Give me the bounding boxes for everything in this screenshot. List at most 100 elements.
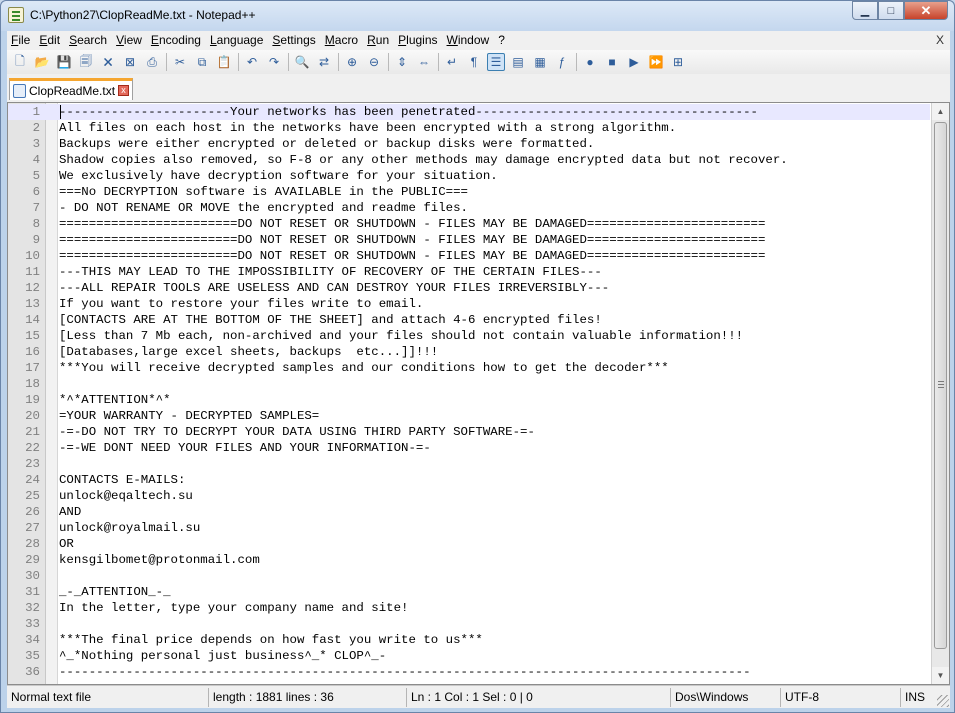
editor-line[interactable]: 3 Backups were either encrypted or delete… <box>8 136 930 152</box>
editor-line[interactable]: 11 ---THIS MAY LEAD TO THE IMPOSSIBILITY … <box>8 264 930 280</box>
editor-line[interactable]: 33 <box>8 616 930 632</box>
line-text[interactable] <box>42 376 59 392</box>
line-text[interactable]: ***You will receive decrypted samples an… <box>42 360 669 376</box>
line-text[interactable]: Shadow copies also removed, so F-8 or an… <box>42 152 788 168</box>
line-text[interactable]: ========================DO NOT RESET OR … <box>42 248 765 264</box>
line-text[interactable]: If you want to restore your files write … <box>42 296 423 312</box>
scrollbar-thumb[interactable] <box>934 122 947 649</box>
editor-line[interactable]: 25 unlock@eqaltech.su <box>8 488 930 504</box>
line-text[interactable]: AND <box>42 504 81 520</box>
tab-clopreadme[interactable]: ClopReadMe.txt x <box>9 78 133 100</box>
editor-lines[interactable]: 1 -----------------------Your networks ha… <box>8 104 930 680</box>
line-text[interactable]: CONTACTS E-MAILS: <box>42 472 185 488</box>
line-text[interactable]: [CONTACTS ARE AT THE BOTTOM OF THE SHEET… <box>42 312 602 328</box>
tab-close-icon[interactable]: x <box>118 85 129 96</box>
line-text[interactable]: We exclusively have decryption software … <box>42 168 498 184</box>
line-text[interactable]: ---ALL REPAIR TOOLS ARE USELESS AND CAN … <box>42 280 609 296</box>
line-text[interactable]: _-_ATTENTION_-_ <box>42 584 171 600</box>
macro-save-icon[interactable]: ⊞ <box>669 53 687 71</box>
scroll-up-icon[interactable]: ▲ <box>932 103 949 120</box>
line-text[interactable]: [Less than 7 Mb each, non-archived and y… <box>42 328 743 344</box>
function-list-icon[interactable]: ƒ <box>553 53 571 71</box>
menu-plugins[interactable]: Plugins <box>394 31 442 50</box>
editor-line[interactable]: 7- DO NOT RENAME OR MOVE the encrypted a… <box>8 200 930 216</box>
editor-line[interactable]: 2 All files on each host in the networks … <box>8 120 930 136</box>
indent-guide-icon[interactable]: ☰ <box>487 53 505 71</box>
menu-help[interactable]: ? <box>494 31 510 50</box>
line-text[interactable] <box>42 616 59 632</box>
editor-line[interactable]: 19 *^*ATTENTION*^* <box>8 392 930 408</box>
menu-window[interactable]: Window <box>443 31 495 50</box>
line-text[interactable]: All files on each host in the networks h… <box>42 120 676 136</box>
minimize-button[interactable]: ▁ <box>852 1 878 20</box>
editor-line[interactable]: 15 [Less than 7 Mb each, non-archived and… <box>8 328 930 344</box>
menu-view[interactable]: View <box>112 31 147 50</box>
line-text[interactable]: [Databases,large excel sheets, backups e… <box>42 344 438 360</box>
menu-settings[interactable]: Settings <box>268 31 320 50</box>
editor-line[interactable]: 23 <box>8 456 930 472</box>
title-bar[interactable]: C:\Python27\ClopReadMe.txt - Notepad++ ▁… <box>1 1 954 31</box>
close-window-button[interactable]: ✕ <box>904 1 948 20</box>
new-file-icon[interactable]: 🗋 <box>11 53 29 71</box>
editor-line[interactable]: 17 ***You will receive decrypted samples … <box>8 360 930 376</box>
editor-line[interactable]: 34 ***The final price depends on how fast… <box>8 632 930 648</box>
line-text[interactable]: ----------------------------------------… <box>42 664 751 680</box>
line-text[interactable] <box>42 456 59 472</box>
line-text[interactable]: Backups were either encrypted or deleted… <box>42 136 594 152</box>
resize-grip-icon[interactable] <box>937 695 949 707</box>
editor-line[interactable]: 35 ^_*Nothing personal just business^_* C… <box>8 648 930 664</box>
editor-line[interactable]: 22 -=-WE DONT NEED YOUR FILES AND YOUR IN… <box>8 440 930 456</box>
paste-icon[interactable]: 📋 <box>215 53 233 71</box>
editor-line[interactable]: 14 [CONTACTS ARE AT THE BOTTOM OF THE SHE… <box>8 312 930 328</box>
line-text[interactable]: ---THIS MAY LEAD TO THE IMPOSSIBILITY OF… <box>42 264 602 280</box>
maximize-button[interactable]: □ <box>878 1 904 20</box>
line-text[interactable]: -=-DO NOT TRY TO DECRYPT YOUR DATA USING… <box>42 424 535 440</box>
editor-line[interactable]: 18 <box>8 376 930 392</box>
copy-icon[interactable]: ⧉ <box>193 53 211 71</box>
user-language-icon[interactable]: ▤ <box>509 53 527 71</box>
editor-line[interactable]: 10 ========================DO NOT RESET O… <box>8 248 930 264</box>
replace-icon[interactable]: ⇄ <box>315 53 333 71</box>
line-text[interactable]: ========================DO NOT RESET OR … <box>42 216 765 232</box>
editor-line[interactable]: 21 -=-DO NOT TRY TO DECRYPT YOUR DATA USI… <box>8 424 930 440</box>
show-all-chars-icon[interactable]: ¶ <box>465 53 483 71</box>
sync-horizontal-icon[interactable]: ⇔ <box>415 53 433 71</box>
word-wrap-icon[interactable]: ↵ <box>443 53 461 71</box>
find-icon[interactable]: 🔍 <box>293 53 311 71</box>
editor-line[interactable]: 30 <box>8 568 930 584</box>
editor-line[interactable]: 27 unlock@royalmail.su <box>8 520 930 536</box>
menu-search[interactable]: Search <box>65 31 112 50</box>
line-text[interactable]: In the letter, type your company name an… <box>42 600 408 616</box>
menu-edit[interactable]: Edit <box>35 31 65 50</box>
save-icon[interactable]: 💾 <box>55 53 73 71</box>
menu-language[interactable]: Language <box>206 31 268 50</box>
line-text[interactable]: -=-WE DONT NEED YOUR FILES AND YOUR INFO… <box>42 440 431 456</box>
editor-line[interactable]: 20 =YOUR WARRANTY - DECRYPTED SAMPLES= <box>8 408 930 424</box>
menu-run[interactable]: Run <box>363 31 394 50</box>
menu-file[interactable]: File <box>7 31 35 50</box>
editor-line[interactable]: 5 We exclusively have decryption software… <box>8 168 930 184</box>
editor-line[interactable]: 26 AND <box>8 504 930 520</box>
editor-line[interactable]: 8 ========================DO NOT RESET OR… <box>8 216 930 232</box>
line-text[interactable] <box>42 568 59 584</box>
editor-line[interactable]: 12 ---ALL REPAIR TOOLS ARE USELESS AND CA… <box>8 280 930 296</box>
save-all-icon[interactable]: 🗐 <box>77 53 95 71</box>
close-document-button[interactable]: X <box>936 33 944 47</box>
zoom-out-icon[interactable]: ⊖ <box>365 53 383 71</box>
menu-encoding[interactable]: Encoding <box>147 31 206 50</box>
macro-run-multiple-icon[interactable]: ⏩ <box>647 53 665 71</box>
editor-line[interactable]: 36 --------------------------------------… <box>8 664 930 680</box>
redo-icon[interactable]: ↷ <box>265 53 283 71</box>
print-icon[interactable]: ⎙ <box>143 53 161 71</box>
macro-play-icon[interactable]: ▶ <box>625 53 643 71</box>
line-text[interactable]: - DO NOT RENAME OR MOVE the encrypted an… <box>42 200 468 216</box>
open-file-icon[interactable]: 📂 <box>33 53 51 71</box>
line-text[interactable]: ===No DECRYPTION software is AVAILABLE i… <box>42 184 468 200</box>
sync-vertical-icon[interactable]: ⇕ <box>393 53 411 71</box>
line-text[interactable]: *^*ATTENTION*^* <box>42 392 171 408</box>
line-text[interactable]: unlock@eqaltech.su <box>42 488 193 504</box>
macro-record-icon[interactable]: ● <box>581 53 599 71</box>
editor-line[interactable]: 16 [Databases,large excel sheets, backups… <box>8 344 930 360</box>
line-text[interactable]: kensgilbomet@protonmail.com <box>42 552 260 568</box>
line-text[interactable]: -----------------------Your networks has… <box>42 104 758 120</box>
